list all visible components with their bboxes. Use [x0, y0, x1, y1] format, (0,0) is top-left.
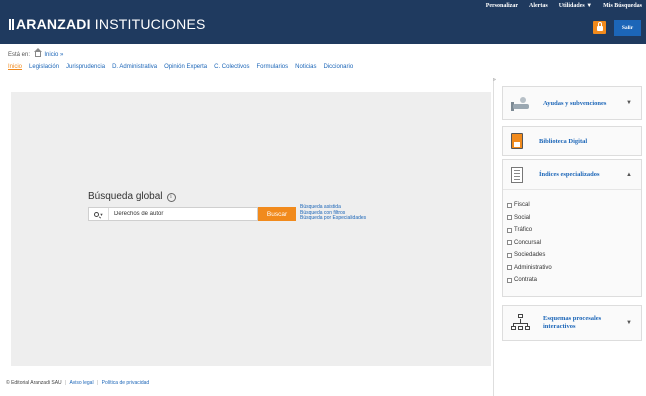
checkbox-icon	[507, 202, 512, 208]
lock-icon	[596, 22, 603, 31]
nav-item-formularios[interactable]: Formularios	[256, 64, 288, 70]
checkbox-icon	[507, 240, 512, 245]
mis-busquedas-link[interactable]: Mis Búsquedas	[603, 3, 642, 9]
sidebar-ayudas[interactable]: Ayudas y subvenciones ▼	[502, 86, 642, 120]
main-nav: Inicio Legislación Jurisprudencia D. Adm…	[8, 64, 353, 70]
footer: © Editorial Aranzadi SAU | Aviso legal |…	[6, 380, 150, 386]
search-type-dropdown[interactable]: ▼	[89, 208, 109, 220]
nav-item-noticias[interactable]: Noticias	[295, 64, 316, 70]
chevron-down-icon: ▼	[99, 211, 104, 217]
checkbox-icon	[507, 215, 512, 220]
checkbox-icon	[507, 265, 512, 270]
list-item[interactable]: Social	[507, 215, 641, 221]
utilidades-menu[interactable]: Utilidades ▼	[559, 3, 592, 9]
breadcrumb-home-link[interactable]: Inicio »	[44, 52, 63, 58]
checkbox-icon	[507, 277, 512, 283]
search-box: ▼	[88, 207, 258, 221]
book-icon	[511, 133, 523, 149]
search-icon	[93, 211, 99, 217]
brand-logo[interactable]: ARANZADI INSTITUCIONES	[9, 16, 206, 32]
list-document-icon	[511, 166, 523, 183]
info-icon[interactable]: i	[166, 193, 176, 202]
sidebar-divider	[493, 78, 494, 396]
list-item[interactable]: Contrata	[507, 277, 641, 283]
chevron-down-icon[interactable]: ▼	[626, 320, 632, 326]
breadcrumb: Está en: Inicio »	[8, 48, 63, 58]
sidebar-indices: Índices especializados ▲ Fiscal Social T…	[502, 159, 642, 297]
nav-item-jurisprudencia[interactable]: Jurisprudencia	[66, 64, 105, 70]
search-button[interactable]: Buscar	[258, 207, 296, 221]
search-title: Búsqueda global i	[88, 191, 176, 202]
chevron-down-icon[interactable]: ▼	[626, 100, 632, 106]
nav-item-diccionario[interactable]: Diccionario	[324, 64, 354, 70]
top-links: Personalizar Alertas Utilidades ▼ Mis Bú…	[486, 3, 642, 9]
search-links: Búsqueda asistida Búsqueda con filtros B…	[300, 204, 366, 222]
checkbox-icon	[507, 252, 512, 258]
logout-button[interactable]: Salir	[614, 20, 641, 36]
indices-list: Fiscal Social Tráfico Concursal Sociedad…	[503, 190, 641, 283]
nav-item-legislacion[interactable]: Legislación	[29, 64, 59, 70]
nav-item-opinion-experta[interactable]: Opinión Experta	[164, 64, 207, 70]
lock-button[interactable]	[593, 21, 606, 34]
ayudas-title: Ayudas y subvenciones	[543, 99, 607, 107]
biblioteca-title: Biblioteca Digital	[539, 137, 588, 145]
collapse-sidebar-button[interactable]: »	[493, 78, 498, 83]
hand-coins-icon	[511, 94, 531, 112]
nav-item-c-colectivos[interactable]: C. Colectivos	[214, 64, 249, 70]
sidebar-esquemas[interactable]: Esquemas procesales interactivos ▼	[502, 305, 642, 341]
org-chart-icon	[511, 314, 531, 332]
privacidad-link[interactable]: Política de privacidad	[102, 380, 150, 386]
search-input[interactable]	[114, 211, 254, 217]
checkbox-icon	[507, 227, 512, 233]
chevron-up-icon[interactable]: ▲	[626, 172, 632, 178]
search-title-text: Búsqueda global	[88, 191, 163, 202]
esquemas-title: Esquemas procesales interactivos	[543, 315, 602, 330]
list-item[interactable]: Sociedades	[507, 252, 641, 258]
top-header: ARANZADI INSTITUCIONES Personalizar Aler…	[0, 0, 646, 44]
indices-header[interactable]: Índices especializados ▲	[503, 160, 641, 190]
list-item[interactable]: Tráfico	[507, 227, 641, 233]
list-item[interactable]: Administrativo	[507, 265, 641, 271]
home-icon	[33, 48, 42, 57]
copyright: © Editorial Aranzadi SAU	[6, 380, 62, 386]
main-search-panel	[11, 92, 491, 366]
list-item[interactable]: Concursal	[507, 240, 641, 246]
logo-bars-icon	[9, 16, 15, 32]
nav-item-d-administrativa[interactable]: D. Administrativa	[112, 64, 157, 70]
indices-title: Índices especializados	[539, 171, 600, 178]
alertas-link[interactable]: Alertas	[529, 3, 548, 9]
busqueda-especialidades-link[interactable]: Búsqueda por Especialidades	[300, 215, 366, 222]
list-item[interactable]: Fiscal	[507, 202, 641, 208]
aviso-legal-link[interactable]: Aviso legal	[69, 380, 93, 386]
breadcrumb-prefix: Está en:	[8, 52, 31, 58]
nav-item-inicio[interactable]: Inicio	[8, 64, 22, 70]
personalizar-link[interactable]: Personalizar	[486, 3, 518, 9]
sidebar-biblioteca[interactable]: Biblioteca Digital	[502, 126, 642, 156]
